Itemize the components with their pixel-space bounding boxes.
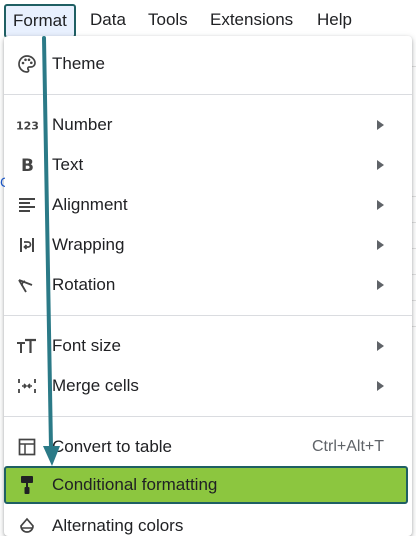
submenu-arrow-icon [377,120,384,130]
menu-divider [4,94,412,95]
submenu-arrow-icon [377,341,384,351]
menu-format[interactable]: Format [4,4,76,38]
rotation-icon [16,274,38,296]
table-icon [16,436,38,458]
keyboard-shortcut: Ctrl+Alt+T [311,438,384,455]
menu-item-text[interactable]: B Text [4,145,412,185]
menu-item-rotation[interactable]: Rotation [4,265,412,305]
menu-data[interactable]: Data [90,0,126,40]
menu-item-label: Theme [52,54,105,73]
menu-item-convert-to-table[interactable]: Convert to table Ctrl+Alt+T [4,427,412,467]
menu-divider [4,315,412,316]
submenu-arrow-icon [377,381,384,391]
menu-item-merge-cells[interactable]: Merge cells [4,366,412,406]
svg-text:123: 123 [16,120,38,133]
menu-item-alignment[interactable]: Alignment [4,185,412,225]
align-left-icon [16,194,38,216]
font-size-icon [16,335,38,357]
menu-item-number[interactable]: 123 Number [4,105,412,145]
menu-item-label: Convert to table [52,437,173,456]
menu-item-label: Merge cells [52,376,139,395]
format-dropdown-menu: Theme 123 Number B Text Alignment Wrappi… [4,36,412,536]
number-123-icon: 123 [16,114,38,136]
wrap-icon [16,234,38,256]
menu-extensions[interactable]: Extensions [210,0,293,40]
submenu-arrow-icon [377,200,384,210]
menu-item-label: Text [52,155,84,174]
palette-icon [16,53,38,75]
menu-item-label: Conditional formatting [52,475,218,494]
menu-item-label: Alignment [52,195,128,214]
menu-item-font-size[interactable]: Font size [4,326,412,366]
paint-roller-icon [16,474,38,496]
fill-drop-icon [16,515,38,536]
menu-tools[interactable]: Tools [148,0,188,40]
menu-item-wrapping[interactable]: Wrapping [4,225,412,265]
menubar: Format Data Tools Extensions Help [0,0,416,40]
submenu-arrow-icon [377,240,384,250]
merge-cells-icon [16,375,38,397]
menu-item-label: Number [52,115,113,134]
submenu-arrow-icon [377,280,384,290]
menu-item-label: Rotation [52,275,116,294]
submenu-arrow-icon [377,160,384,170]
menu-item-conditional-formatting[interactable]: Conditional formatting [4,466,408,504]
menu-divider [4,416,412,417]
svg-text:B: B [21,156,34,174]
menu-item-label: Wrapping [52,235,125,254]
bold-icon: B [16,154,38,176]
menu-item-theme[interactable]: Theme [4,44,412,84]
menu-item-label: Font size [52,336,121,355]
menu-help[interactable]: Help [317,0,352,40]
cell-text-fragment: C [0,174,5,190]
